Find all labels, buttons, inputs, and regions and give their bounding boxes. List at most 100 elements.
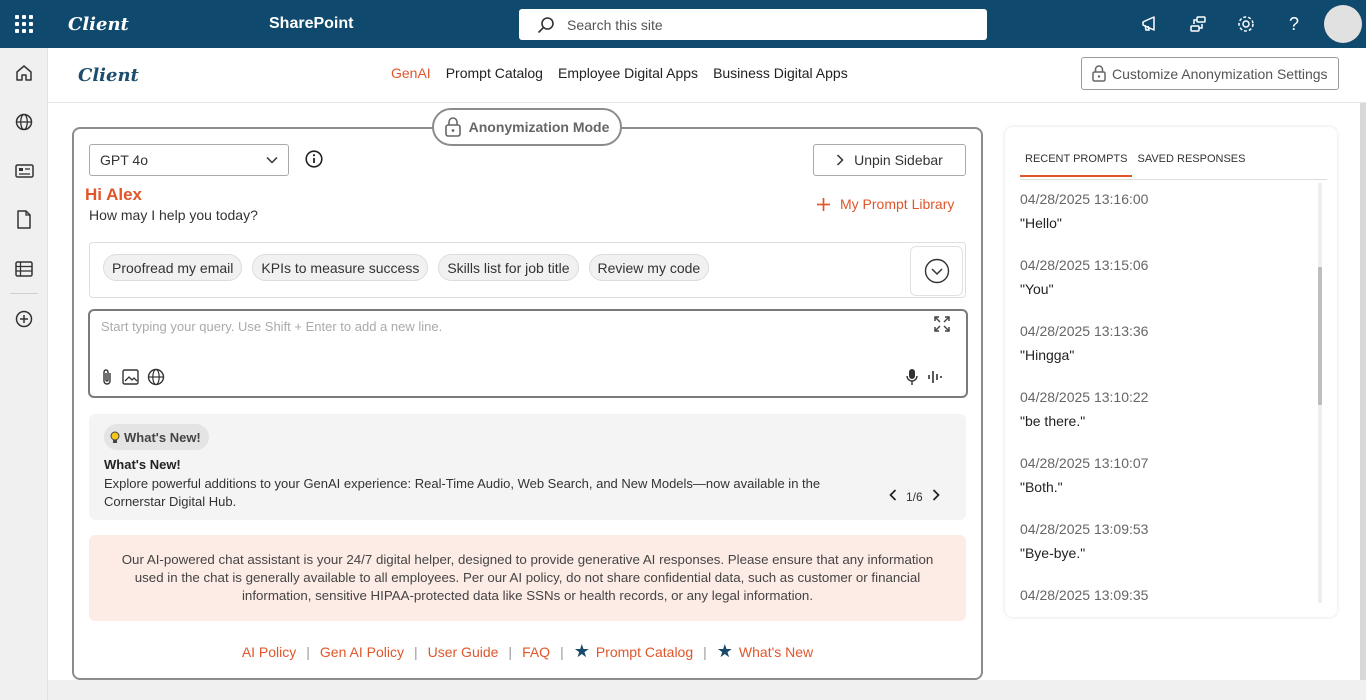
recent-scrollbar-thumb[interactable] (1318, 267, 1322, 405)
microphone-icon[interactable] (906, 368, 918, 391)
anonymization-mode-badge: Anonymization Mode (432, 108, 622, 146)
help-icon[interactable]: ? (1270, 0, 1318, 48)
globe-icon[interactable] (0, 97, 48, 146)
footer-link-user-guide[interactable]: User Guide (428, 644, 499, 660)
nav-link-prompt-catalog[interactable]: Prompt Catalog (446, 65, 543, 81)
footer-link-prompt-catalog[interactable]: Prompt Catalog (596, 644, 693, 660)
greeting-name: Hi Alex (85, 185, 143, 204)
image-icon[interactable] (122, 369, 139, 390)
nav-link-employee-digital-apps[interactable]: Employee Digital Apps (558, 65, 698, 81)
nav-link-genai[interactable]: GenAI (391, 65, 431, 81)
chip-skills-list[interactable]: Skills list for job title (438, 254, 579, 281)
app-launcher-icon[interactable] (0, 0, 48, 48)
prompt-timestamp: 04/28/2025 13:15:06 (1020, 257, 1149, 273)
list-item[interactable]: 04/28/2025 13:15:06 "You" (1020, 257, 1310, 323)
nav-link-business-digital-apps[interactable]: Business Digital Apps (713, 65, 848, 81)
info-icon[interactable] (305, 150, 323, 173)
list-item[interactable]: 04/28/2025 13:10:07 "Both." (1020, 455, 1310, 521)
page-scrollbar[interactable] (1360, 103, 1366, 680)
footer-separator: | (413, 643, 418, 660)
list-item[interactable]: 04/28/2025 13:13:36 "Hingga" (1020, 323, 1310, 389)
brand-logo[interactable]: Client (68, 14, 268, 35)
top-nav: GenAI Prompt Catalog Employee Digital Ap… (391, 65, 848, 81)
footer-link-gen-ai-policy[interactable]: Gen AI Policy (320, 644, 404, 660)
site-logo[interactable]: Client (78, 65, 139, 86)
prompt-text: "You" (1020, 281, 1054, 297)
news-icon[interactable] (0, 146, 48, 195)
footer-separator: | (703, 643, 707, 660)
gear-icon[interactable] (1222, 0, 1270, 48)
avatar[interactable] (1324, 5, 1362, 43)
chip-review-code[interactable]: Review my code (588, 254, 710, 281)
lock-icon (1092, 65, 1106, 82)
page-bottom (48, 680, 1366, 700)
list-item[interactable]: 04/28/2025 13:16:00 "Hello" (1020, 191, 1310, 257)
model-select-value: GPT 4o (100, 152, 148, 168)
customize-button-label: Customize Anonymization Settings (1112, 65, 1328, 82)
whats-new-title: What's New! (104, 457, 181, 472)
chip-proofread-email[interactable]: Proofread my email (103, 254, 243, 281)
attach-icon[interactable] (100, 368, 114, 391)
pager-count: 1/6 (906, 489, 923, 504)
ai-disclaimer: Our AI-powered chat assistant is your 24… (89, 535, 966, 621)
model-select[interactable]: GPT 4o (89, 144, 289, 176)
whats-new-description: Explore powerful additions to your GenAI… (104, 476, 821, 509)
footer-separator: | (560, 643, 564, 660)
anonymization-mode-label: Anonymization Mode (468, 119, 610, 135)
footer-link-whats-new[interactable]: What's New (739, 644, 813, 660)
greeting-subtitle: How may I help you today? (89, 207, 258, 223)
my-prompt-library-label: My Prompt Library (840, 196, 955, 212)
suggestion-chips: Proofread my email KPIs to measure succe… (89, 242, 966, 298)
prompt-text: "Hello" (1020, 215, 1062, 231)
add-icon[interactable] (0, 294, 48, 343)
home-icon[interactable] (0, 48, 48, 97)
document-icon[interactable] (0, 195, 48, 244)
lock-icon (444, 117, 461, 137)
footer-link-faq[interactable]: FAQ (522, 644, 550, 660)
list-item[interactable]: 04/28/2025 13:09:53 "Bye-bye." (1020, 521, 1310, 587)
my-prompt-library-link[interactable]: My Prompt Library (816, 196, 954, 212)
fullscreen-icon[interactable] (934, 316, 950, 337)
list-item[interactable]: 04/28/2025 13:09:35 (1020, 587, 1310, 617)
expand-chips-button[interactable] (910, 246, 963, 296)
chevron-down-icon (266, 156, 278, 164)
chip-kpis[interactable]: KPIs to measure success (252, 254, 429, 281)
next-icon[interactable] (932, 489, 940, 504)
query-box (88, 309, 968, 398)
tab-recent-prompts[interactable]: RECENT PROMPTS (1020, 149, 1133, 177)
plus-icon (817, 197, 830, 211)
chevron-down-circle-icon (924, 258, 949, 284)
footer-link-ai-policy[interactable]: AI Policy (242, 644, 296, 660)
footer-separator: | (508, 643, 513, 660)
web-search-icon[interactable] (147, 368, 165, 391)
unpin-sidebar-button[interactable]: Unpin Sidebar (813, 144, 966, 176)
whats-new-pager: 1/6 (889, 489, 940, 504)
list-item[interactable]: 04/28/2025 13:10:22 "be there." (1020, 389, 1310, 455)
footer-links: AI Policy | Gen AI Policy | User Guide |… (72, 641, 983, 662)
megaphone-icon[interactable] (1126, 0, 1174, 48)
prompt-text: "Both." (1020, 479, 1063, 495)
chevron-right-icon (837, 154, 844, 166)
previous-icon[interactable] (889, 489, 897, 504)
site-search[interactable] (519, 9, 987, 40)
prompt-timestamp: 04/28/2025 13:13:36 (1020, 323, 1149, 339)
sync-icon[interactable] (1174, 0, 1222, 48)
site-header: Client GenAI Prompt Catalog Employee Dig… (48, 48, 1366, 103)
prompt-timestamp: 04/28/2025 13:09:35 (1020, 587, 1149, 603)
star-icon: ★ (716, 641, 733, 661)
footer-separator: | (306, 643, 310, 660)
search-icon (537, 16, 554, 33)
customize-anonymization-button[interactable]: Customize Anonymization Settings (1081, 57, 1339, 90)
tab-saved-responses[interactable]: SAVED RESPONSES (1132, 149, 1250, 177)
unpin-sidebar-label: Unpin Sidebar (854, 152, 943, 168)
audio-waveform-icon[interactable] (927, 369, 944, 390)
star-icon: ★ (573, 641, 590, 661)
sharepoint-title[interactable]: SharePoint (269, 15, 499, 33)
tabs-divider (1020, 179, 1327, 180)
lists-icon[interactable] (0, 244, 48, 293)
prompt-timestamp: 04/28/2025 13:10:22 (1020, 389, 1149, 405)
search-input[interactable] (567, 16, 947, 33)
suite-bar: Client SharePoint ? (0, 0, 1366, 48)
query-input[interactable] (101, 319, 901, 334)
prompt-text: "be there." (1020, 413, 1086, 429)
